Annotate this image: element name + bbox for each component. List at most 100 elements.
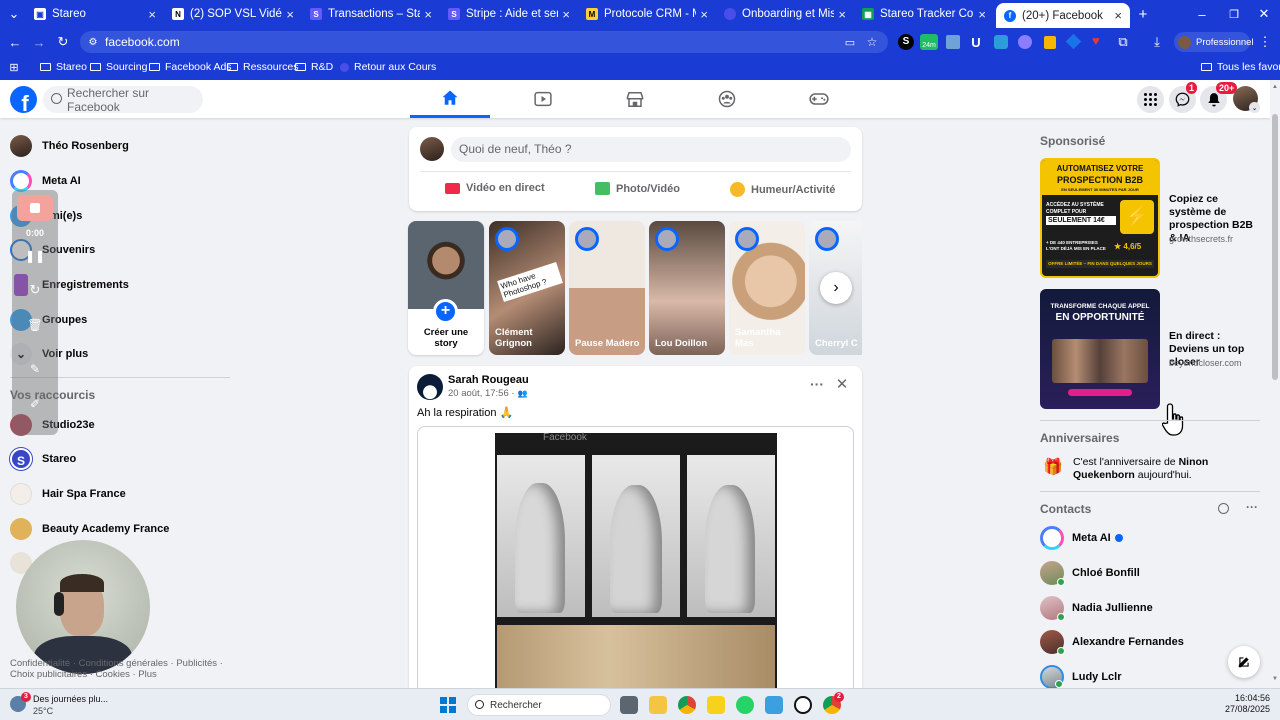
facebook-search-input[interactable]: Rechercher sur Facebook <box>43 86 203 114</box>
stories-next-button[interactable]: › <box>820 272 852 304</box>
new-message-button[interactable] <box>1228 646 1260 678</box>
bookmark-star-icon[interactable]: ☆ <box>864 34 880 50</box>
chrome-icon[interactable] <box>678 696 696 714</box>
tab-onboarding[interactable]: Onboarding et Mise en p× <box>716 3 854 25</box>
story-card[interactable]: Who have Photoshop ? Clément Grignon <box>489 221 565 355</box>
chatgpt-icon[interactable] <box>794 696 812 714</box>
whatsapp-icon[interactable] <box>736 696 754 714</box>
nav-video-tab[interactable] <box>503 80 583 118</box>
tab-miro[interactable]: MProtocole CRM - Miro× <box>578 3 716 25</box>
menu-grid-button[interactable] <box>1137 86 1164 113</box>
taskbar-search[interactable]: Rechercher <box>467 694 611 716</box>
extension-diamond-icon[interactable] <box>1065 33 1082 50</box>
notifications-button[interactable]: 20+ <box>1200 82 1238 113</box>
bookmark-sourcing[interactable]: Sourcing <box>90 61 147 73</box>
post-timestamp[interactable]: 20 août, 17:56 · 👥 <box>448 388 528 399</box>
annotate-icon[interactable]: ✎ <box>26 360 44 378</box>
contact-nadia[interactable]: Nadia Jullienne <box>1040 593 1153 623</box>
extension-s-icon[interactable]: S <box>898 34 914 50</box>
ad-card-growth[interactable]: AUTOMATISEZ VOTRE PROSPECTION B2B EN SEU… <box>1040 158 1262 278</box>
bookmark-retour-aux-cours[interactable]: Retour aux Cours <box>340 61 436 73</box>
live-video-button[interactable]: Vidéo en direct <box>445 182 545 194</box>
system-clock[interactable]: 16:04:56 27/08/2025 <box>1210 693 1270 715</box>
nav-groups-tab[interactable] <box>687 80 767 118</box>
scrollbar-up-arrow[interactable]: ▲ <box>1272 84 1278 90</box>
story-card[interactable]: Lou Doillon <box>649 221 725 355</box>
extension-heart-icon[interactable]: ♥ <box>1092 34 1106 48</box>
pause-icon[interactable]: ❚❚ <box>25 247 45 265</box>
weather-widget[interactable]: 3 Des journées plu... 25°C <box>10 692 130 718</box>
close-window-icon[interactable]: ✕ <box>1254 5 1274 23</box>
post-author-avatar[interactable] <box>417 374 443 400</box>
nav-home-tab[interactable] <box>410 80 490 118</box>
close-icon[interactable]: × <box>424 7 432 22</box>
shortcut-hair-spa[interactable]: Hair Spa France <box>10 479 126 509</box>
tab-tracker[interactable]: ▦Stareo Tracker Complexif× <box>854 3 994 25</box>
download-icon[interactable]: ⤓ <box>1148 33 1166 51</box>
post-options-icon[interactable]: ··· <box>808 376 826 392</box>
close-icon[interactable]: × <box>700 7 708 22</box>
post-author-name[interactable]: Sarah Rougeau <box>448 374 529 386</box>
contact-chloe[interactable]: Chloé Bonfill <box>1040 558 1140 588</box>
nav-gaming-tab[interactable] <box>779 80 859 118</box>
extension-gear-icon[interactable] <box>1018 35 1032 49</box>
maximize-icon[interactable]: ❐ <box>1224 5 1244 23</box>
shortcut-stareo[interactable]: S Stareo <box>10 444 76 474</box>
forward-icon[interactable]: → <box>30 33 48 51</box>
tab-stripe[interactable]: SStripe : Aide et service Su× <box>440 3 578 25</box>
account-chevron-icon[interactable]: ⌄ <box>1249 102 1260 113</box>
close-icon[interactable]: × <box>978 7 986 22</box>
footer-links[interactable]: Confidentialité · Conditions générales ·… <box>10 658 230 680</box>
feeling-button[interactable]: Humeur/Activité <box>730 182 835 197</box>
tab-facebook[interactable]: f (20+) Facebook × <box>996 3 1130 28</box>
close-icon[interactable]: × <box>1114 8 1122 23</box>
browser-menu-icon[interactable]: ⋮ <box>1258 33 1272 51</box>
tab-search-icon[interactable]: ⌄ <box>6 6 22 22</box>
facebook-logo[interactable]: f <box>10 86 37 113</box>
extension-bag-icon[interactable] <box>1044 36 1056 49</box>
contacts-options-icon[interactable]: ··· <box>1243 500 1261 514</box>
contact-meta-ai[interactable]: Meta AI <box>1040 523 1123 553</box>
bookmark-ressources[interactable]: Ressources <box>227 61 298 73</box>
create-story-card[interactable]: + Créer une story <box>408 221 484 355</box>
tab-sop[interactable]: N(2) SOP VSL Vidéo Publici× <box>164 3 302 25</box>
restart-icon[interactable]: ↻ <box>26 281 44 299</box>
task-view-icon[interactable] <box>620 696 638 714</box>
ad-card-closer[interactable]: TRANSFORME CHAQUE APPEL EN OPPORTUNITÉ E… <box>1040 289 1262 409</box>
settings-icon[interactable]: ✐ <box>26 395 44 413</box>
start-button[interactable] <box>440 697 456 713</box>
messenger-button[interactable]: 1 <box>1169 82 1198 113</box>
close-icon[interactable]: × <box>562 7 570 22</box>
minimize-icon[interactable]: – <box>1192 5 1212 23</box>
contact-alexandre[interactable]: Alexandre Fernandes <box>1040 627 1184 657</box>
file-explorer-icon[interactable] <box>649 696 667 714</box>
install-app-icon[interactable]: ▭ <box>842 34 858 50</box>
extension-grid-icon[interactable] <box>946 35 960 49</box>
story-card[interactable]: Pause Madero <box>569 221 645 355</box>
new-tab-icon[interactable]: + <box>1134 5 1152 23</box>
apps-grid-icon[interactable]: ⊞ <box>7 60 21 74</box>
profile-button[interactable]: Professionnel <box>1174 32 1254 52</box>
trash-icon[interactable]: 🗑 <box>26 316 44 334</box>
bookmark-stareo[interactable]: Stareo <box>40 61 87 73</box>
scrollbar-down-arrow[interactable]: ▼ <box>1272 676 1278 682</box>
bookmark-rnd[interactable]: R&D <box>295 61 333 73</box>
bookmark-facebook-ads[interactable]: Facebook Ads <box>149 61 232 73</box>
photo-video-button[interactable]: Photo/Vidéo <box>595 182 680 195</box>
address-bar[interactable]: ⚙ facebook.com ▭ ☆ <box>80 31 888 53</box>
back-icon[interactable]: ← <box>6 33 24 51</box>
page-scrollbar[interactable]: ▲ ▼ <box>1270 82 1280 688</box>
extension-u-icon[interactable]: U <box>968 34 984 50</box>
extension-pen-icon[interactable] <box>994 35 1008 49</box>
close-icon[interactable]: × <box>838 7 846 22</box>
left-nav-profile[interactable]: Théo Rosenberg <box>10 131 129 161</box>
close-icon[interactable]: ✕ <box>833 375 851 393</box>
extension-timer-icon[interactable]: 24m <box>920 34 938 50</box>
post-image-frame[interactable]: Facebook <box>417 426 854 696</box>
nav-marketplace-tab[interactable] <box>595 80 675 118</box>
scrollbar-thumb[interactable] <box>1272 114 1278 380</box>
close-icon[interactable]: × <box>286 7 294 22</box>
birthday-notice[interactable]: 🎁 C'est l'anniversaire de Ninon Quekenbo… <box>1040 454 1262 484</box>
site-info-icon[interactable]: ⚙ <box>86 34 100 50</box>
reload-icon[interactable]: ↻ <box>54 33 72 51</box>
